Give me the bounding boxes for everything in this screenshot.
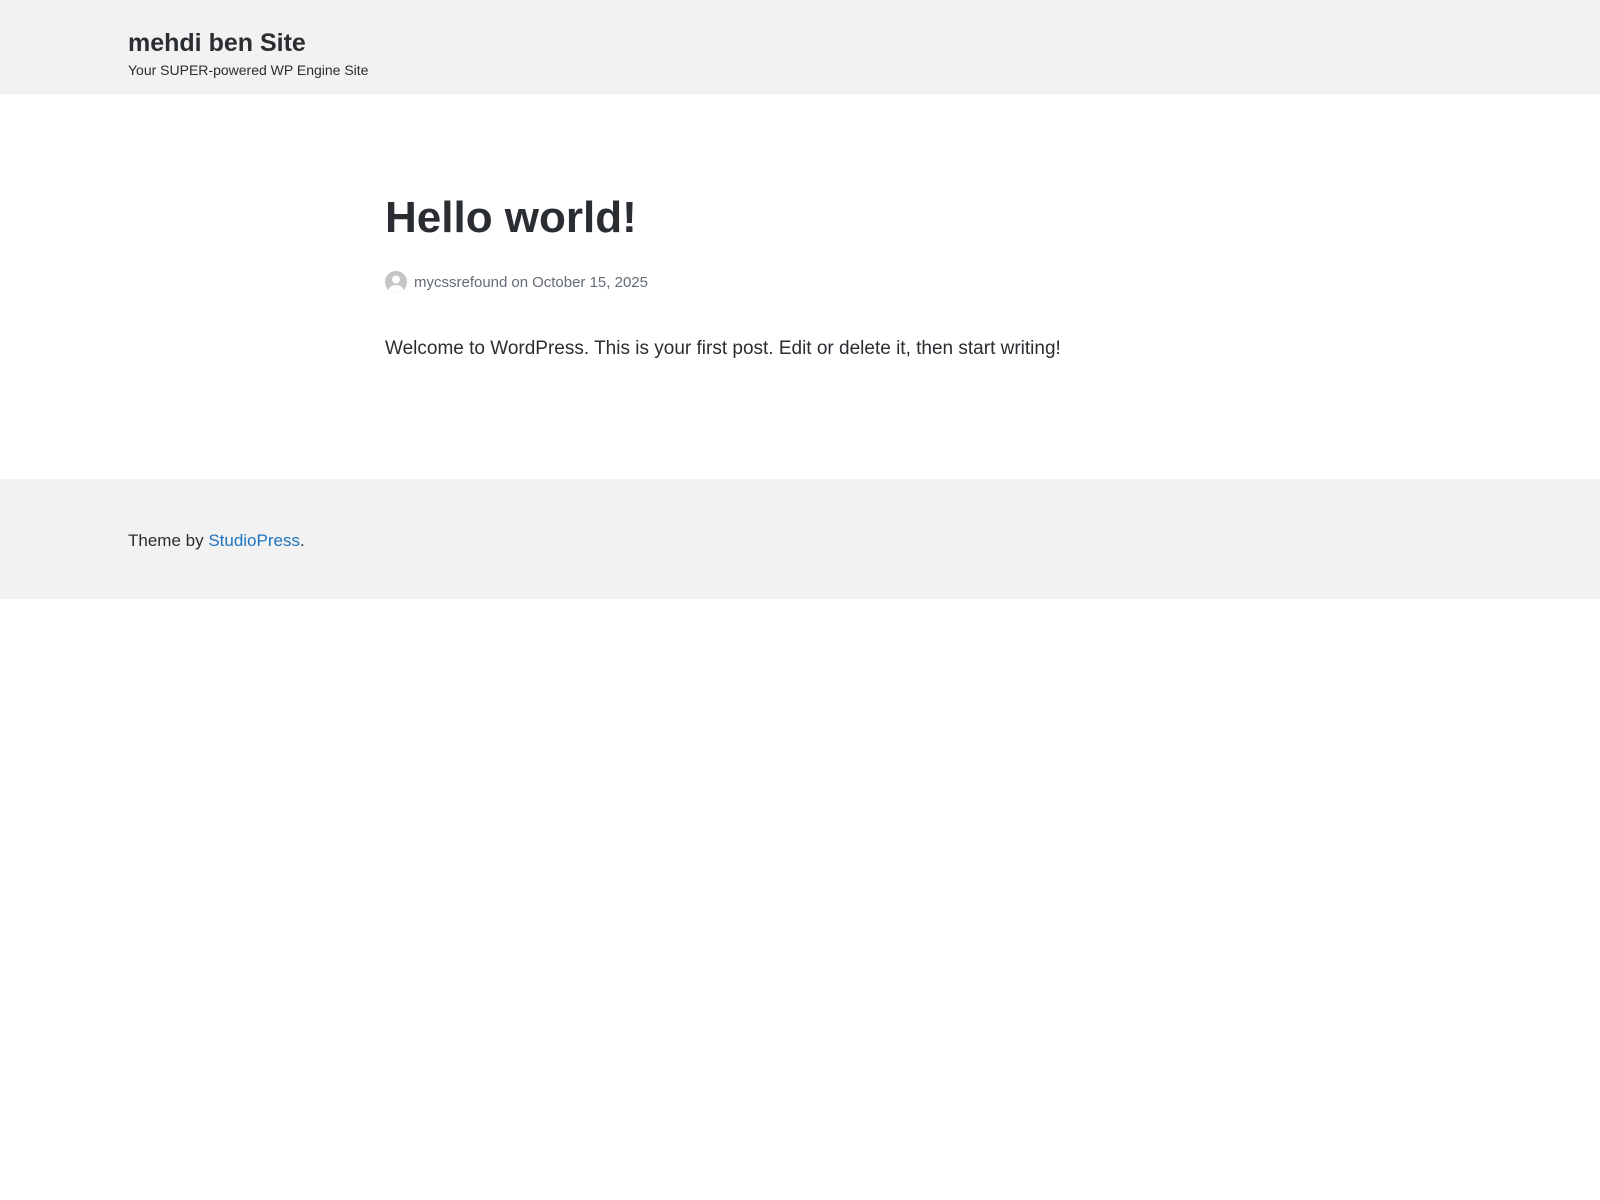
post-author-link[interactable]: mycssrefound (414, 274, 507, 291)
footer-suffix: . (299, 531, 305, 550)
user-avatar-icon (385, 271, 407, 293)
site-header: mehdi ben Site Your SUPER-powered WP Eng… (0, 0, 1600, 94)
footer-credits: Theme by StudioPress. (128, 531, 305, 551)
post-meta-on: on (511, 273, 529, 291)
post-title: Hello world! (385, 193, 637, 242)
site-footer: Theme by StudioPress. (0, 479, 1600, 599)
site-tagline: Your SUPER-powered WP Engine Site (128, 62, 369, 78)
post-meta: mycssrefound on October 15, 2025 (385, 270, 1215, 294)
footer-prefix: Theme by (128, 531, 209, 550)
studiopress-link[interactable]: StudioPress (208, 531, 300, 550)
post-entry: Hello world! mycssrefound on October 15,… (385, 190, 1215, 363)
post-date-link[interactable]: October 15, 2025 (532, 274, 648, 291)
site-title[interactable]: mehdi ben Site (128, 28, 306, 58)
post-content: Welcome to WordPress. This is your first… (385, 338, 1061, 359)
